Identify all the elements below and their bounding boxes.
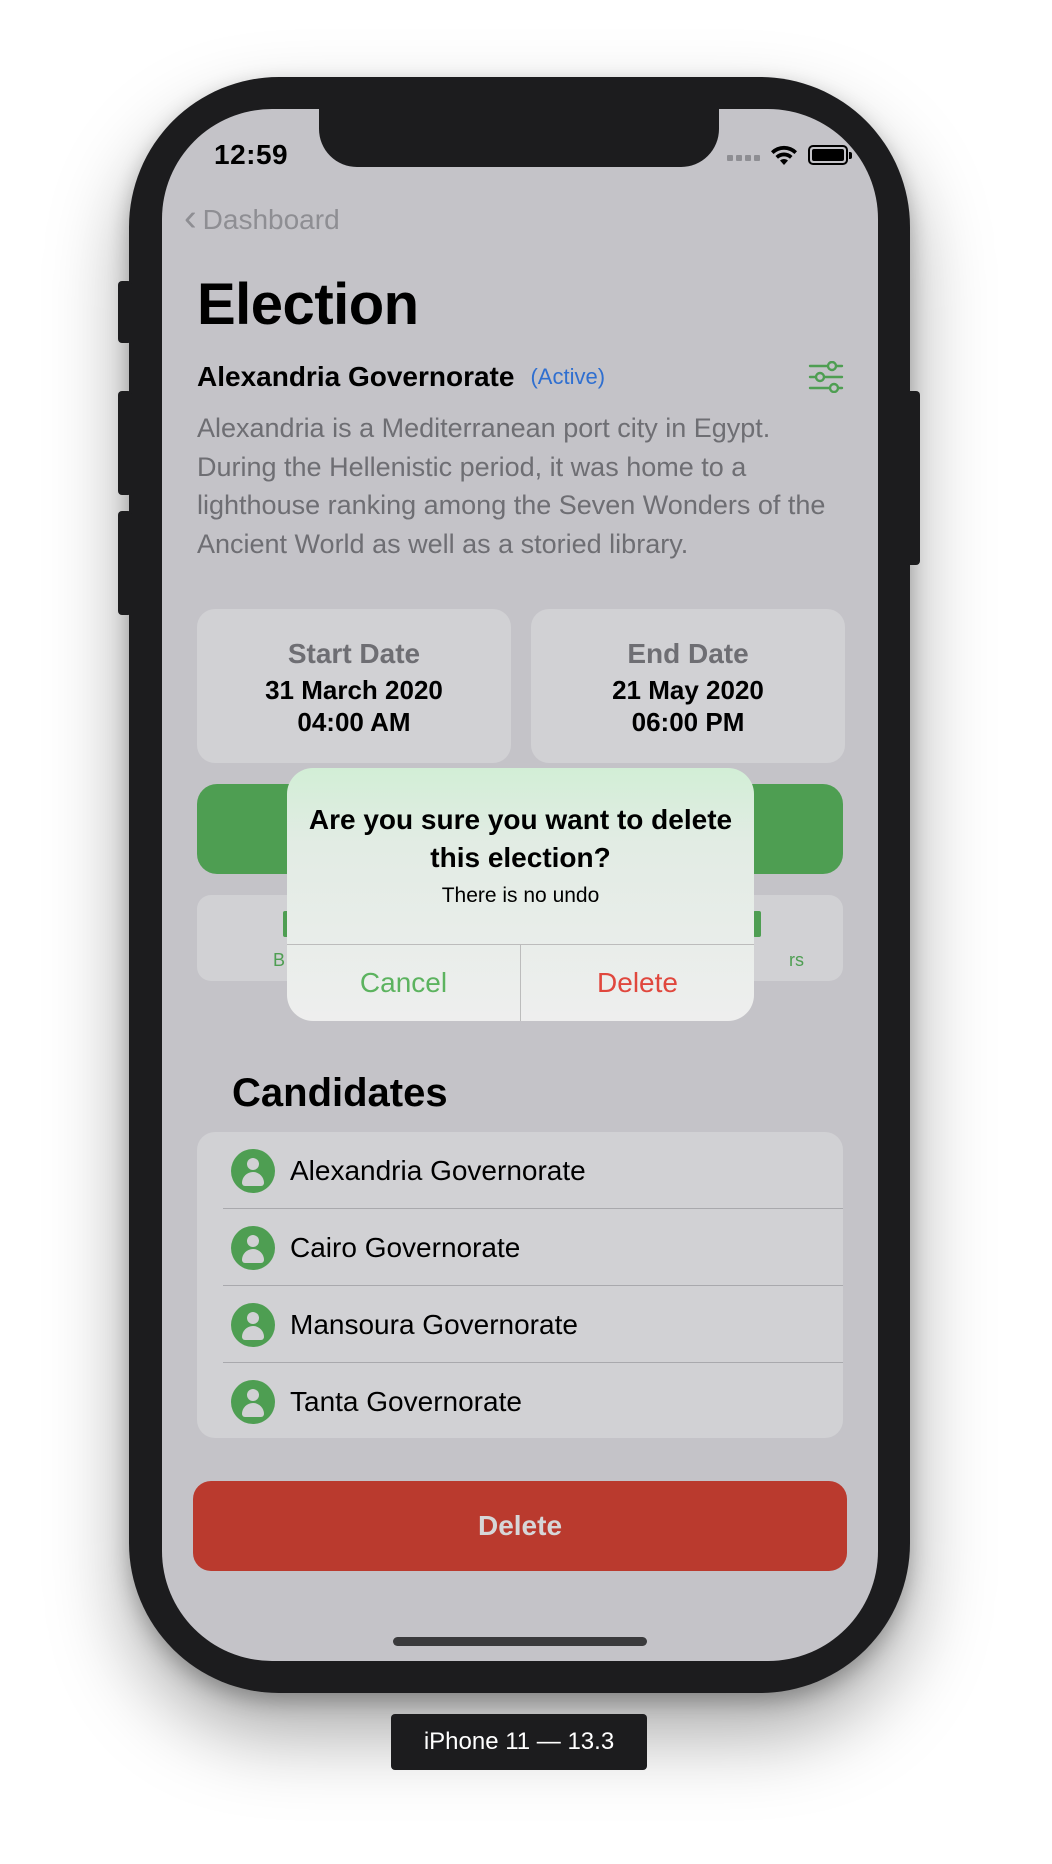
start-date-card: Start Date 31 March 2020 04:00 AM	[197, 609, 511, 763]
start-date-label: Start Date	[287, 638, 421, 669]
person-icon	[231, 1302, 275, 1347]
home-indicator[interactable]	[393, 1637, 647, 1646]
status-icons	[727, 144, 852, 166]
alert-title: Are you sure you want to delete this ele…	[308, 804, 733, 873]
candidates-title: Candidates	[232, 1071, 448, 1115]
list-item[interactable]: Cairo Governorate	[197, 1209, 843, 1286]
person-icon	[231, 1379, 275, 1424]
status-badge: (Active)	[530, 364, 606, 389]
alert-actions: Cancel Delete	[287, 944, 754, 1021]
end-date-card: End Date 21 May 2020 06:00 PM	[531, 609, 845, 763]
candidate-name: Cairo Governorate	[290, 1231, 521, 1263]
alert-cancel-button[interactable]: Cancel	[287, 945, 521, 1021]
end-date-value: 21 May 2020	[612, 675, 764, 705]
device-label: iPhone 11 — 13.3	[391, 1714, 647, 1770]
start-date-value: 31 March 2020	[265, 675, 443, 705]
delete-election-button[interactable]: Delete	[193, 1481, 847, 1571]
candidate-name: Tanta Governorate	[290, 1385, 522, 1417]
alert-message: There is no undo	[441, 884, 600, 907]
status-time: 12:59	[214, 139, 289, 170]
end-time-value: 06:00 PM	[631, 707, 745, 737]
delete-confirmation-alert: Are you sure you want to delete this ele…	[287, 768, 754, 1021]
power-button	[906, 391, 920, 565]
person-icon	[231, 1148, 275, 1193]
election-description: Alexandria is a Mediterranean port city …	[197, 413, 826, 559]
wifi-icon	[771, 145, 797, 165]
sliders-icon[interactable]	[808, 361, 844, 393]
toolbar-right-icon[interactable]	[753, 911, 761, 937]
election-header: Alexandria Governorate (Active)	[197, 361, 844, 393]
toolbar-right-label[interactable]: rs	[789, 950, 804, 971]
chevron-left-icon: ‹	[184, 197, 197, 239]
mute-switch	[118, 281, 132, 343]
election-name: Alexandria Governorate	[197, 361, 515, 392]
end-date-label: End Date	[627, 638, 749, 669]
list-item[interactable]: Alexandria Governorate	[197, 1132, 843, 1209]
notch	[319, 109, 719, 167]
back-label: Dashboard	[202, 204, 340, 235]
battery-icon	[808, 145, 852, 165]
page-title: Election	[197, 272, 419, 337]
candidate-name: Alexandria Governorate	[290, 1154, 586, 1186]
alert-delete-button[interactable]: Delete	[521, 945, 754, 1021]
toolbar-left-label[interactable]: B	[273, 950, 285, 971]
signal-icon	[727, 149, 760, 161]
person-icon	[231, 1225, 275, 1270]
start-time-value: 04:00 AM	[297, 707, 411, 737]
volume-up-button	[118, 391, 132, 495]
candidates-list: Alexandria Governorate Cairo Governorate…	[197, 1132, 843, 1438]
list-item[interactable]: Tanta Governorate	[197, 1363, 843, 1438]
back-button[interactable]: ‹ Dashboard	[184, 199, 340, 237]
candidate-name: Mansoura Governorate	[290, 1308, 578, 1340]
volume-down-button	[118, 511, 132, 615]
list-item[interactable]: Mansoura Governorate	[197, 1286, 843, 1363]
